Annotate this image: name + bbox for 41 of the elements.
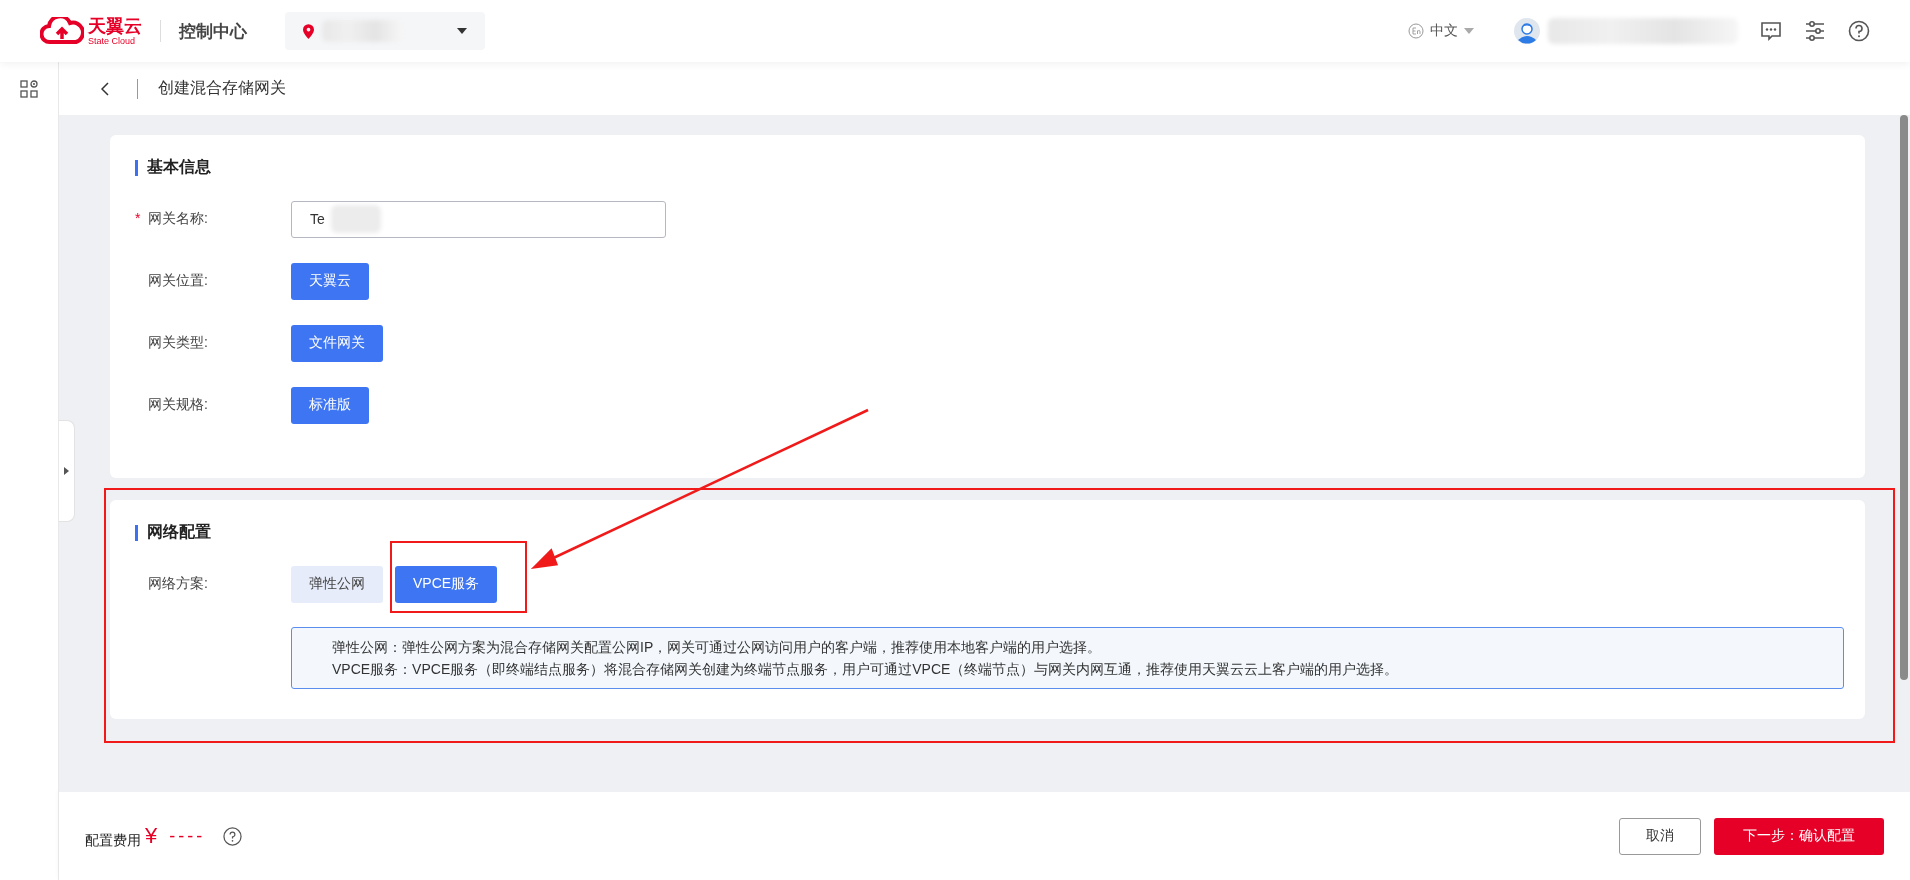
option-button[interactable]: VPCE服务 — [395, 565, 498, 603]
field-label: 网关类型: — [148, 334, 208, 352]
cancel-button[interactable]: 取消 — [1619, 817, 1701, 855]
avatar-icon[interactable] — [1514, 18, 1540, 44]
currency-symbol: ¥ — [145, 823, 158, 849]
section-title: 基本信息 — [147, 157, 211, 177]
scrollbar[interactable] — [1900, 115, 1908, 680]
option-button[interactable]: 弹性公网 — [291, 565, 383, 603]
fee-value: ---- — [169, 825, 206, 847]
field-label: 网关规格: — [148, 396, 208, 414]
page-title: 创建混合存储网关 — [158, 78, 286, 98]
help-icon[interactable] — [1848, 20, 1870, 42]
option-button[interactable]: 标准版 — [291, 386, 369, 424]
cloud-logo-icon — [40, 17, 84, 45]
info-text: 弹性公网：弹性公网方案为混合存储网关配置公网IP，网关可通过公网访问用户的客户端，推荐使用本地客户端的用户选择。 — [332, 638, 1103, 657]
sidebar-expand-handle[interactable] — [59, 420, 75, 522]
apps-icon[interactable] — [20, 80, 38, 98]
field-label: 网关名称: — [148, 210, 208, 228]
fee-label: 配置费用 — [85, 832, 141, 850]
caret-icon — [457, 28, 467, 34]
back-icon[interactable] — [101, 81, 109, 96]
next-button[interactable]: 下一步：确认配置 — [1714, 817, 1884, 855]
chat-icon[interactable] — [1760, 20, 1782, 42]
required-mark: * — [135, 210, 141, 226]
caret-icon — [1464, 28, 1474, 34]
console-title: 控制中心 — [179, 20, 247, 43]
option-button[interactable]: 天翼云 — [291, 262, 369, 300]
field-label: 网关位置: — [148, 272, 208, 290]
language-icon — [1408, 23, 1424, 39]
logo-subtext: State Cloud — [88, 36, 137, 46]
field-label: 网络方案: — [148, 575, 208, 593]
section-title: 网络配置 — [147, 522, 211, 542]
option-button[interactable]: 文件网关 — [291, 324, 383, 362]
expand-arrow-icon — [64, 467, 69, 475]
name-input-field[interactable]: Te — [291, 200, 666, 238]
logo-text: 天翼云 — [88, 16, 142, 35]
location-pin-icon — [303, 23, 314, 39]
help-icon[interactable] — [223, 826, 243, 846]
info-text: VPCE服务：VPCE服务（即终端结点服务）将混合存储网关创建为终端节点服务，用户可通过VPCE（终端节点）与网关内网互通，推荐使用天翼云云上客户端的用户选择。 — [332, 660, 1400, 679]
language-select[interactable]: 中文 — [1430, 22, 1458, 40]
settings-icon[interactable] — [1804, 20, 1826, 42]
